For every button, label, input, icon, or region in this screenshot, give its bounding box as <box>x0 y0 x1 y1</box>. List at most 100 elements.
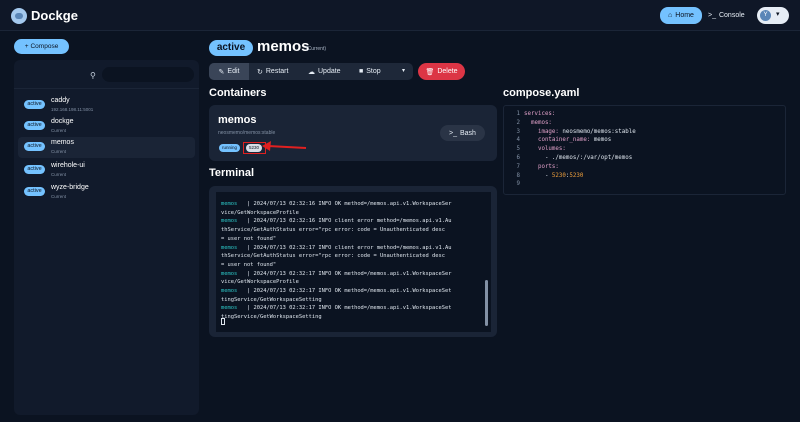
containers-heading: Containers <box>209 87 267 99</box>
current-tag: (Current) <box>306 46 327 52</box>
stack-name: caddy <box>51 97 70 104</box>
plus-icon: + <box>24 43 29 50</box>
sidebar-item-memos[interactable]: active memos Current <box>18 137 195 158</box>
line-number: 2 <box>516 119 521 126</box>
brand-name[interactable]: Dockge <box>31 8 78 23</box>
stack-subtitle: 192.168.198.11:5001 <box>51 107 94 112</box>
service-name: memos <box>221 201 238 207</box>
restart-icon: ↻ <box>257 68 263 76</box>
sidebar-item-caddy[interactable]: active caddy 192.168.198.11:5001 <box>18 95 195 116</box>
compose-yaml-editor[interactable]: 1 services: 2 memos: 3 image: neosmemo/memo… <box>503 105 786 195</box>
status-badge: active <box>24 187 45 196</box>
yaml-token: services: <box>524 111 556 117</box>
cloud-download-icon: ☁ <box>308 68 315 76</box>
yaml-code-line: - 5230:5230 <box>524 173 583 179</box>
container-card: memos neosmemo/memos:stable running 5230… <box>209 105 497 161</box>
edit-button[interactable]: ✎ Edit <box>209 63 249 80</box>
terminal-line: tingService/GetWorkspaceSetting <box>221 314 322 321</box>
yaml-code-line: volumes: <box>524 146 566 152</box>
line-number: 8 <box>516 172 521 179</box>
terminal-line: memos | 2024/07/13 02:32:16 INFO OK meth… <box>221 201 452 207</box>
stack-subtitle: Current <box>51 194 67 199</box>
yaml-token: container_name: <box>524 137 594 144</box>
stack-toolbar: ✎ Edit ↻ Restart ☁ Update ■ Stop ▾ <box>209 63 413 80</box>
stack-subtitle: Current <box>51 149 67 154</box>
page-title: memos <box>257 38 310 55</box>
compose-button[interactable]: + Compose <box>14 39 69 54</box>
line-number: 9 <box>516 181 521 188</box>
yaml-code-line: - ./memos/:/var/opt/memos <box>524 155 632 161</box>
terminal-line: memos | 2024/07/13 02:32:17 INFO client … <box>221 244 452 251</box>
console-button[interactable]: >_ Console <box>708 7 752 24</box>
container-name: memos <box>218 114 257 126</box>
profile-dropdown[interactable]: Y ▾ <box>757 7 789 24</box>
terminal-icon: >_ <box>449 129 457 137</box>
divider <box>14 88 199 89</box>
bash-button[interactable]: >_ Bash <box>440 125 485 141</box>
stop-button[interactable]: ■ Stop <box>359 63 381 80</box>
annotation-arrow-icon <box>262 141 307 151</box>
terminal-line: vice/GetWorkspaceProfile <box>221 209 299 216</box>
terminal-line: memos | 2024/07/13 02:32:17 INFO OK meth… <box>221 305 452 312</box>
terminal-heading: Terminal <box>209 167 255 179</box>
sidebar-item-wirehole-ui[interactable]: active wirehole-ui Current <box>18 160 195 181</box>
status-badge: active <box>24 121 45 130</box>
sidebar-item-dockge[interactable]: active dockge Current <box>18 116 195 137</box>
yaml-token: - ./memos/:/var/opt/memos <box>524 155 633 161</box>
stack-name: memos <box>51 139 74 146</box>
avatar: Y <box>760 10 771 21</box>
yaml-code-line: ports: <box>524 164 559 170</box>
sidebar-item-wyze-bridge[interactable]: active wyze-bridge Current <box>18 182 195 203</box>
container-image: neosmemo/memos:stable <box>218 130 276 136</box>
line-number: 4 <box>516 137 521 144</box>
restart-button[interactable]: ↻ Restart <box>257 63 288 80</box>
top-navbar: Dockge ⌂ Home >_ Console Y ▾ <box>0 0 800 31</box>
service-name: memos <box>221 244 238 251</box>
service-name: memos <box>221 270 238 277</box>
container-state-badge: running <box>219 144 240 152</box>
terminal-line: vice/GetWorkspaceProfile <box>221 279 299 286</box>
stack-subtitle: Current <box>51 172 67 177</box>
terminal-line: thService/GetAuthStatus error="rpc error… <box>221 227 445 234</box>
yaml-token: neosmemo/memos:stable <box>562 128 636 135</box>
status-badge: active <box>24 100 45 109</box>
stack-subtitle: Current <box>51 128 67 133</box>
update-button[interactable]: ☁ Update <box>308 63 341 80</box>
yaml-token: - <box>524 172 552 179</box>
yaml-token: image: <box>524 128 563 135</box>
terminal-line: memos | 2024/07/13 02:32:17 INFO OK meth… <box>221 270 452 277</box>
yaml-token: memos: <box>524 119 552 126</box>
terminal-line: = user not found" <box>221 261 277 268</box>
terminal-output[interactable]: memos | 2024/07/13 02:32:16 INFO OK meth… <box>216 192 491 332</box>
terminal-scrollbar[interactable] <box>485 280 488 326</box>
stack-status-badge: active <box>209 40 253 56</box>
line-number: 1 <box>516 111 521 117</box>
line-number: 5 <box>516 146 521 153</box>
delete-button[interactable]: 🗑 Delete <box>418 63 465 80</box>
stack-name: wirehole-ui <box>51 162 85 169</box>
line-number: 6 <box>516 155 521 161</box>
yaml-token: memos <box>593 137 612 144</box>
yaml-token: 5230 <box>551 172 566 179</box>
yaml-token: ports: <box>524 163 559 170</box>
yaml-token: volumes: <box>524 146 566 153</box>
service-name: memos <box>221 218 238 225</box>
yaml-code-line: container_name: memos <box>524 137 611 143</box>
dockge-logo-icon[interactable] <box>11 8 27 24</box>
terminal-line: tingService/GetWorkspaceSetting <box>221 296 322 303</box>
status-badge: active <box>24 165 45 174</box>
line-number: 7 <box>516 163 521 170</box>
home-button[interactable]: ⌂ Home <box>660 7 702 24</box>
chevron-down-icon[interactable]: ▾ <box>402 67 405 74</box>
stack-name: wyze-bridge <box>51 184 89 191</box>
stop-icon: ■ <box>359 68 364 75</box>
terminal-panel: memos | 2024/07/13 02:32:16 INFO OK meth… <box>209 186 497 337</box>
search-input[interactable] <box>102 67 194 82</box>
terminal-line: memos | 2024/07/13 02:32:17 INFO OK meth… <box>221 288 452 294</box>
terminal-line: memos | 2024/07/13 02:32:16 INFO client … <box>221 218 452 225</box>
terminal-line: thService/GetAuthStatus error="rpc error… <box>221 253 445 260</box>
yaml-code-line: image: neosmemo/memos:stable <box>524 129 636 135</box>
terminal-line: = user not found" <box>221 235 277 242</box>
line-number: 3 <box>516 128 521 135</box>
trash-icon: 🗑 <box>425 68 435 76</box>
